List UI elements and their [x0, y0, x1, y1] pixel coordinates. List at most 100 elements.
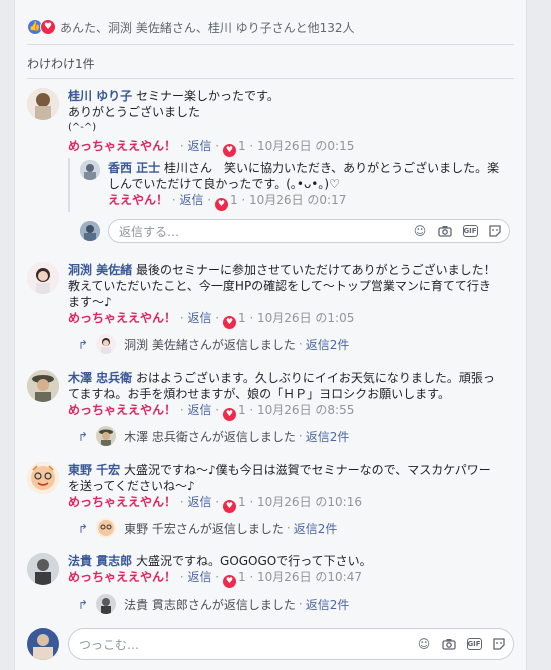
- comment-author[interactable]: 東野 千宏: [68, 463, 120, 477]
- input-tools: ☺ GIF: [416, 636, 507, 652]
- comment-date[interactable]: 10月26日 の1:05: [257, 311, 354, 325]
- reaction-link[interactable]: めっちゃええやん！: [68, 311, 176, 325]
- replies-by[interactable]: 木澤 忠兵衛さんが返信しました: [124, 428, 296, 445]
- avatar[interactable]: [27, 553, 59, 585]
- comments-panel: 👍 ♥ あんた、洞渕 美佐緒さん、桂川 ゆり子さんと他132人 わけわけ1件 桂…: [14, 0, 527, 670]
- reply-input[interactable]: 返信する… ☺ GIF: [108, 219, 510, 243]
- camera-icon[interactable]: [441, 636, 457, 652]
- comment-author[interactable]: 洞渕 美佐緒: [68, 263, 132, 277]
- reaction-link[interactable]: めっちゃええやん！: [68, 403, 176, 417]
- avatar: [96, 518, 117, 538]
- reply-actions: ええやん！ · 返信 · ♥ 1 · 10月26日 の0:17: [108, 192, 517, 211]
- reply-link[interactable]: 返信: [179, 193, 203, 207]
- view-replies[interactable]: ↳ 東野 千宏さんが返信しました · 返信2件: [78, 518, 337, 538]
- divider: [27, 78, 514, 79]
- reactions-summary-text[interactable]: あんた、洞渕 美佐緒さん、桂川 ゆり子さんと他132人: [60, 19, 355, 36]
- comment-text: 大盛況ですね～♪僕も今日は滋賀でセミナーなので、マスカケパワー: [124, 463, 491, 477]
- reaction-link[interactable]: ええやん！: [108, 193, 168, 207]
- gif-icon[interactable]: GIF: [462, 223, 478, 239]
- reaction-link[interactable]: めっちゃええやん！: [68, 495, 176, 509]
- emoji-icon[interactable]: ☺: [416, 636, 432, 652]
- reply-arrow-icon: ↳: [78, 429, 89, 443]
- avatar: [96, 334, 117, 354]
- comment-text: ます～♪: [68, 295, 112, 309]
- replies-by[interactable]: 法貴 貫志郎さんが返信しました: [124, 596, 296, 613]
- avatar[interactable]: [27, 262, 59, 294]
- reaction-count[interactable]: 1: [238, 139, 246, 153]
- comment-actions: めっちゃええやん！ · 返信 · ♥ 1 · 10月26日 の1:05: [68, 310, 517, 329]
- comment-date[interactable]: 10月26日 の8:55: [257, 403, 354, 417]
- thread-line: [68, 158, 70, 212]
- emoji-icon[interactable]: ☺: [412, 223, 428, 239]
- heart-icon: ♥: [222, 315, 236, 329]
- reply-link[interactable]: 返信: [187, 570, 211, 584]
- comment: 東野 千宏 大盛況ですね～♪僕も今日は滋賀でセミナーなので、マスカケパワー を送…: [27, 462, 517, 542]
- gif-icon[interactable]: GIF: [466, 636, 482, 652]
- reply-link[interactable]: 返信: [187, 139, 211, 153]
- reply-date[interactable]: 10月26日 の0:17: [249, 193, 346, 207]
- comment-author[interactable]: 木澤 忠兵衛: [68, 371, 132, 385]
- avatar[interactable]: [27, 462, 59, 494]
- share-count[interactable]: わけわけ1件: [27, 55, 95, 72]
- reaction-link[interactable]: めっちゃええやん！: [68, 570, 176, 584]
- view-replies[interactable]: ↳ 洞渕 美佐緒さんが返信しました · 返信2件: [78, 334, 349, 354]
- avatar: [27, 628, 59, 660]
- sticker-icon[interactable]: [491, 636, 507, 652]
- comment-date[interactable]: 10月26日 の10:16: [257, 495, 362, 509]
- comment-text: 最後のセミナーに参加させていただけてありがとうございました！: [136, 263, 496, 277]
- heart-icon: ♥: [222, 574, 236, 588]
- comment-date[interactable]: 10月26日 の10:47: [257, 570, 362, 584]
- input-tools: ☺ GIF: [412, 223, 503, 239]
- comment-composer[interactable]: つっこむ… ☺ GIF: [68, 628, 514, 660]
- comment-text: を送ってくださいね～♪: [68, 479, 195, 493]
- comment-text: おはようございます。久しぶりにイイお天気になりました。頑張っ: [136, 371, 495, 385]
- avatar: [80, 221, 100, 241]
- reaction-link[interactable]: めっちゃええやん！: [68, 139, 176, 153]
- reaction-count[interactable]: 1: [238, 570, 246, 584]
- avatar[interactable]: [80, 160, 100, 180]
- reply-text: しんでいただけて良かったです。(｡•ᴗ•｡)♡: [108, 177, 340, 191]
- comment-text: (^-^): [68, 122, 97, 133]
- camera-icon[interactable]: [437, 223, 453, 239]
- reaction-count[interactable]: 1: [238, 495, 246, 509]
- comment: 木澤 忠兵衛 おはようございます。久しぶりにイイお天気になりました。頑張っ てま…: [27, 370, 517, 450]
- comment-actions: めっちゃええやん！ · 返信 · ♥ 1 · 10月26日 の0:15: [68, 138, 517, 157]
- heart-icon: ♥: [222, 499, 236, 513]
- reply-link[interactable]: 返信: [187, 403, 211, 417]
- divider: [27, 44, 514, 45]
- avatar[interactable]: [27, 370, 59, 402]
- replies-count[interactable]: 返信2件: [306, 428, 350, 445]
- comment-author[interactable]: 桂川 ゆり子: [68, 89, 132, 103]
- sticker-icon[interactable]: [487, 223, 503, 239]
- reply-link[interactable]: 返信: [187, 495, 211, 509]
- replies-by[interactable]: 洞渕 美佐緒さんが返信しました: [124, 336, 296, 353]
- reply-author[interactable]: 香西 正士: [108, 161, 160, 175]
- view-replies[interactable]: ↳ 木澤 忠兵衛さんが返信しました · 返信2件: [78, 426, 349, 446]
- comment-text: セミナー楽しかったです。: [136, 89, 279, 103]
- replies-count[interactable]: 返信2件: [306, 336, 350, 353]
- replies-by[interactable]: 東野 千宏さんが返信しました: [124, 520, 284, 537]
- avatar: [96, 426, 117, 446]
- heart-icon: ♥: [222, 143, 236, 157]
- comment-author[interactable]: 法貴 貫志郎: [68, 554, 132, 568]
- replies-count[interactable]: 返信2件: [294, 520, 338, 537]
- comment-actions: めっちゃええやん！ · 返信 · ♥ 1 · 10月26日 の10:16: [68, 494, 517, 513]
- comment: 洞渕 美佐緒 最後のセミナーに参加させていただけてありがとうございました！ 教え…: [27, 262, 517, 354]
- heart-icon: ♥: [222, 407, 236, 421]
- comment-text: てますね。お手を煩わせますが、娘の「ＨＰ」ヨロシクお願いします。: [68, 387, 450, 401]
- comment-date[interactable]: 10月26日 の0:15: [257, 139, 354, 153]
- reply-text: 桂川さん 笑いに協力いただき、ありがとうございました。楽: [164, 161, 500, 175]
- composer-placeholder: つっこむ…: [79, 637, 140, 652]
- reaction-count[interactable]: 1: [238, 403, 246, 417]
- comment-text: ありがとうございました: [68, 105, 201, 119]
- avatar[interactable]: [27, 88, 59, 120]
- comment-actions: めっちゃええやん！ · 返信 · ♥ 1 · 10月26日 の10:47: [68, 569, 517, 588]
- heart-icon: ♥: [214, 197, 228, 211]
- reactions-summary[interactable]: 👍 ♥ あんた、洞渕 美佐緒さん、桂川 ゆり子さんと他132人: [27, 18, 355, 36]
- reaction-count[interactable]: 1: [230, 193, 238, 207]
- reaction-count[interactable]: 1: [238, 311, 246, 325]
- reply-link[interactable]: 返信: [187, 311, 211, 325]
- view-replies[interactable]: ↳ 法貴 貫志郎さんが返信しました · 返信2件: [78, 594, 349, 614]
- replies-count[interactable]: 返信2件: [306, 596, 350, 613]
- reply-input-placeholder: 返信する…: [119, 224, 180, 239]
